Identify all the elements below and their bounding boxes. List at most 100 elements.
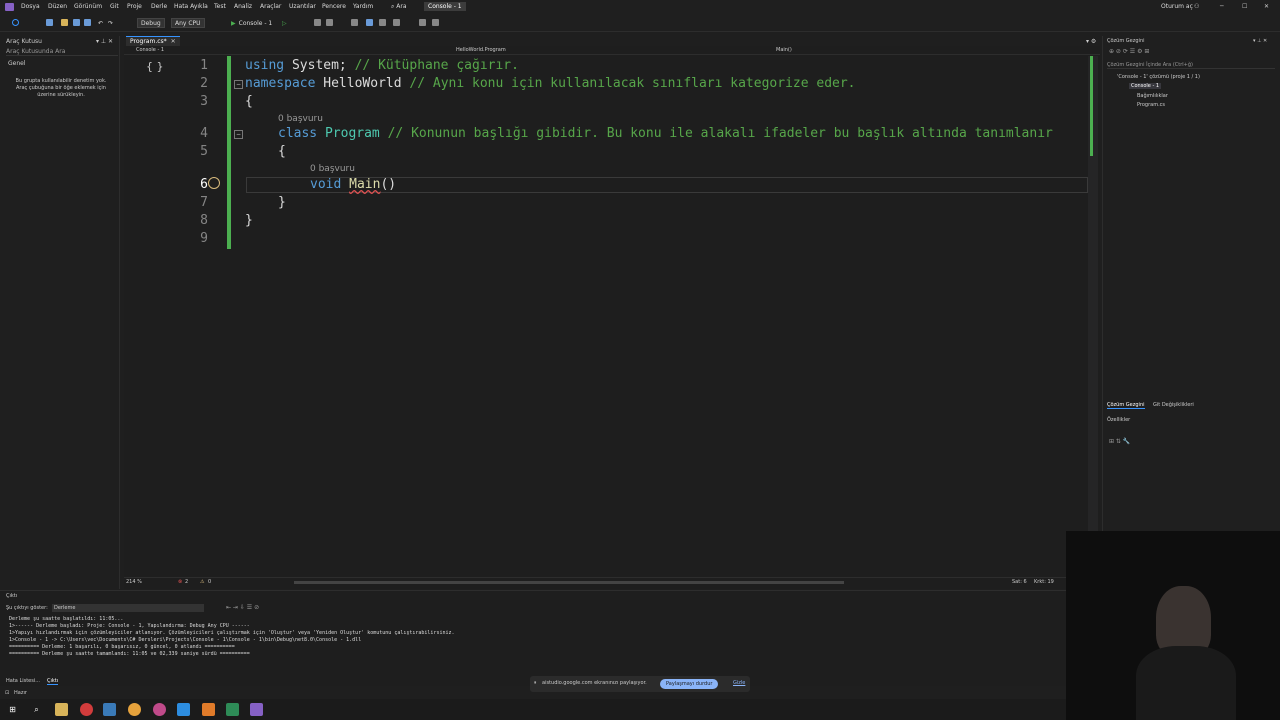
member-dropdown[interactable]: Main() [776,47,792,53]
camera-icon[interactable] [153,703,166,716]
keyword: namespace [245,76,316,91]
output-title: Çıktı [6,593,18,599]
sign-in-link[interactable]: Oturum aç [1161,3,1193,10]
toolbox-empty-message: Bu grupta kullanılabilir denetim yok. Ar… [15,78,107,98]
code-line-5: { [278,144,286,159]
file-explorer-icon[interactable] [55,703,68,716]
save-all-icon[interactable] [84,19,91,26]
chrome-icon[interactable] [128,703,141,716]
menu-test[interactable]: Test [214,3,226,10]
tool-icon[interactable] [314,19,321,26]
undo-icon[interactable]: ↶ [98,18,103,28]
menu-file[interactable]: Dosya [21,3,40,10]
class-dropdown[interactable]: HelloWorld.Program [456,47,506,53]
warning-count[interactable]: 0 [208,579,211,585]
warning-icon[interactable]: ⚠ [200,579,204,585]
code-editor[interactable]: Program.cs* ✕ ▾ ⚙ Console - 1 HelloWorld.… [124,36,1100,589]
tool-icon[interactable] [366,19,373,26]
tool-icon[interactable] [419,19,426,26]
save-icon[interactable] [73,19,80,26]
reference-count[interactable]: 0 başvuru [278,114,323,124]
zoom-level[interactable]: 214 % [126,579,142,585]
panel-pin-icon[interactable]: ▾ ⊥ ✕ [1253,38,1267,44]
error-icon[interactable]: ⊗ [178,579,182,585]
toolbox-group[interactable]: Genel [8,60,26,67]
open-icon[interactable] [61,19,68,26]
new-item-icon[interactable] [46,19,53,26]
cursor-column: Krkt: 19 [1034,579,1054,585]
excel-icon[interactable] [226,703,239,716]
tree-dependencies[interactable]: Bağımlılıklar [1137,93,1168,99]
menu-debug[interactable]: Hata Ayıkla [174,3,208,10]
collapse-icon[interactable]: − [234,80,244,89]
account-icon[interactable]: ⚇ [1194,3,1199,10]
output-source-select[interactable]: Derleme [52,604,204,612]
tab-error-list[interactable]: Hata Listesi... [6,678,40,684]
code-line-7: } [278,195,286,210]
tool-icon[interactable] [432,19,439,26]
horizontal-scrollbar[interactable] [294,581,844,584]
configuration-select[interactable]: Debug [137,18,165,28]
presenter-image [1136,646,1236,720]
menu-edit[interactable]: Düzen [48,3,67,10]
tool-icon[interactable] [351,19,358,26]
hide-button[interactable]: Gizle [733,680,745,686]
back-icon[interactable] [12,19,19,26]
quick-actions-icon[interactable] [208,177,220,189]
minimize-icon[interactable]: ─ [1220,3,1224,10]
collapse-icon[interactable]: − [234,130,244,139]
toolbox-pin-icon[interactable]: ▾ ⊥ ✕ [96,38,113,45]
tree-program-file[interactable]: Program.cs [1137,102,1165,108]
maximize-icon[interactable]: ☐ [1242,3,1247,10]
redo-icon[interactable]: ↷ [108,18,113,28]
solution-search-input[interactable]: Çözüm Gezgini İçinde Ara (Ctrl+ğ) [1107,62,1275,69]
tree-root[interactable]: 'Console - 1' çözümü (proje 1 / 1) [1117,74,1200,80]
reference-count[interactable]: 0 başvuru [310,164,355,174]
start-menu-icon[interactable]: ⊞ [6,703,19,716]
opera-icon[interactable] [80,703,93,716]
tab-git-changes[interactable]: Git Değişiklikleri [1153,402,1194,408]
stop-sharing-button[interactable]: Paylaşmayı durdur [660,679,719,689]
menu-git[interactable]: Git [110,3,119,10]
line-number: 9 [200,231,208,246]
tab-program-cs[interactable]: Program.cs* ✕ [126,36,180,46]
solution-toolbar[interactable]: ⊕ ⊘ ⟳ ☰ ⚙ ⊞ [1109,48,1149,55]
toolbox-search-input[interactable]: Araç Kutusunda Ara [6,48,118,56]
close-icon[interactable]: ✕ [1264,3,1269,10]
vscode-icon[interactable] [177,703,190,716]
error-count[interactable]: 2 [185,579,188,585]
start-without-debug-icon[interactable]: ▷ [282,18,287,28]
tree-project[interactable]: Console - 1 [1129,83,1162,89]
platform-select[interactable]: Any CPU [171,18,205,28]
editor-options-icon[interactable]: ▾ ⚙ [1086,38,1096,45]
app-icon[interactable] [202,703,215,716]
tab-solution-explorer[interactable]: Çözüm Gezgini [1107,402,1145,409]
menu-analyze[interactable]: Analiz [234,3,252,10]
tab-close-icon[interactable]: ✕ [171,38,176,45]
start-button[interactable]: ▶ Console - 1 [231,18,272,28]
tool-icon[interactable] [326,19,333,26]
menu-view[interactable]: Görünüm [74,3,102,10]
menu-tools[interactable]: Araçlar [260,3,281,10]
code-line-8: } [245,213,253,228]
pen-icon[interactable] [103,703,116,716]
project-dropdown[interactable]: Console - 1 [136,47,164,53]
menu-help[interactable]: Yardım [353,3,373,10]
search-button[interactable]: ⌕ Ara [391,3,407,11]
search-icon[interactable]: ⌕ [30,703,43,716]
output-toolbar[interactable]: ⇤ ⇥ ⇩ ☰ ⊘ [226,604,259,611]
menu-project[interactable]: Proje [127,3,142,10]
solution-explorer: Çözüm Gezgini ▾ ⊥ ✕ ⊕ ⊘ ⟳ ☰ ⚙ ⊞ Çözüm Ge… [1102,36,1280,589]
menu-bar: Dosya Düzen Görünüm Git Proje Derle Hata… [0,0,1280,14]
menu-build[interactable]: Derle [151,3,167,10]
tool-icon[interactable] [393,19,400,26]
tool-icon[interactable] [379,19,386,26]
code-line-3: { [245,94,253,109]
visual-studio-icon[interactable] [250,703,263,716]
menu-extensions[interactable]: Uzantılar [289,3,316,10]
properties-toolbar[interactable]: ⊞ ⇅ 🔧 [1109,438,1130,445]
menu-window[interactable]: Pencere [322,3,346,10]
line-number: 5 [200,144,208,159]
tab-output[interactable]: Çıktı [47,678,59,685]
method-name: Main [349,177,381,192]
